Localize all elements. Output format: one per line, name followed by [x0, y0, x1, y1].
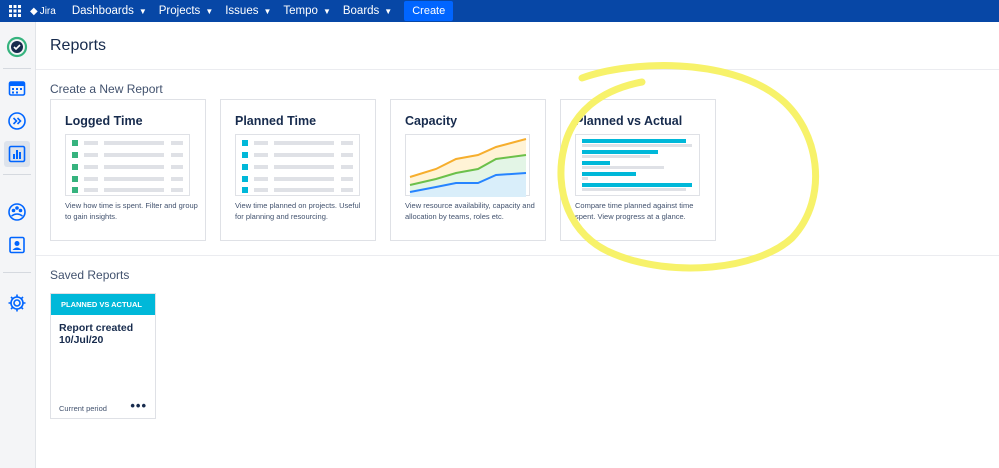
card-title: Planned Time — [235, 114, 317, 128]
saved-report-period: Current period — [59, 404, 107, 413]
tempo-check-icon[interactable] — [4, 34, 30, 60]
nav-boards[interactable]: Boards ▼ — [337, 0, 398, 22]
nav-projects[interactable]: Projects ▼ — [153, 0, 219, 22]
card-title: Capacity — [405, 114, 458, 128]
create-section-title: Create a New Report — [50, 82, 163, 96]
teams-icon[interactable] — [4, 199, 30, 225]
planned-time-card[interactable]: Planned Time View time planned on projec… — [220, 99, 376, 241]
user-card-icon[interactable] — [4, 232, 30, 258]
nav-tempo[interactable]: Tempo ▼ — [277, 0, 336, 22]
report-type-badge: PLANNED VS ACTUAL — [51, 294, 155, 315]
chevron-down-icon: ▼ — [205, 6, 214, 16]
card-description: View time planned on projects. Useful fo… — [235, 201, 361, 221]
chevron-down-icon: ▼ — [138, 6, 147, 16]
chevron-down-icon: ▼ — [384, 6, 393, 16]
nav-issues-label: Issues — [225, 5, 259, 17]
capacity-card[interactable]: Capacity View resource availability, cap… — [390, 99, 546, 241]
sidebar-divider — [3, 174, 31, 175]
top-navigation-bar: ◆ Jira Dashboards ▼ Projects ▼ Issues ▼ Tem… — [0, 0, 999, 22]
gear-icon[interactable] — [4, 290, 30, 316]
nav-boards-label: Boards — [342, 5, 380, 17]
nav-dashboards[interactable]: Dashboards ▼ — [66, 0, 153, 22]
logged-time-thumbnail — [65, 134, 190, 196]
jira-logo[interactable]: ◆ Jira — [30, 0, 56, 22]
card-description: View how time is spent. Filter and group… — [65, 201, 198, 221]
chevron-down-icon: ▼ — [322, 6, 331, 16]
logged-time-card[interactable]: Logged Time View how time is spent. Filt… — [50, 99, 206, 241]
forward-icon[interactable] — [4, 108, 30, 134]
reports-icon[interactable] — [4, 141, 30, 167]
nav-projects-label: Projects — [158, 5, 201, 17]
card-description: Compare time planned against time spent.… — [575, 201, 694, 221]
page-title: Reports — [50, 37, 107, 54]
card-title: Planned vs Actual — [575, 114, 683, 128]
saved-report-card[interactable]: PLANNED VS ACTUAL Report created 10/Jul/… — [50, 293, 156, 419]
jira-logo-icon: ◆ — [30, 5, 38, 17]
nav-tempo-label: Tempo — [283, 5, 318, 17]
saved-report-title: Report created 10/Jul/20 — [59, 322, 134, 346]
saved-section-title: Saved Reports — [50, 268, 130, 282]
calendar-icon[interactable] — [4, 75, 30, 101]
tempo-sidebar — [0, 22, 36, 468]
planned-vs-actual-thumbnail — [575, 134, 700, 196]
app-switcher-icon[interactable] — [0, 0, 30, 22]
nav-issues[interactable]: Issues ▼ — [219, 0, 277, 22]
jira-logo-text: Jira — [39, 5, 56, 17]
planned-time-thumbnail — [235, 134, 360, 196]
create-button[interactable]: Create — [404, 1, 454, 21]
page-header: Reports — [36, 22, 999, 70]
chevron-down-icon: ▼ — [263, 6, 272, 16]
card-description: View resource availability, capacity and… — [405, 201, 535, 221]
more-options-icon[interactable]: ••• — [130, 398, 147, 413]
planned-vs-actual-card[interactable]: Planned vs Actual Compare time planned a… — [560, 99, 716, 241]
card-title: Logged Time — [65, 114, 143, 128]
sidebar-divider — [3, 272, 31, 273]
section-divider — [36, 255, 999, 256]
capacity-thumbnail — [405, 134, 530, 197]
nav-dashboards-label: Dashboards — [71, 5, 134, 17]
sidebar-divider — [3, 68, 31, 69]
